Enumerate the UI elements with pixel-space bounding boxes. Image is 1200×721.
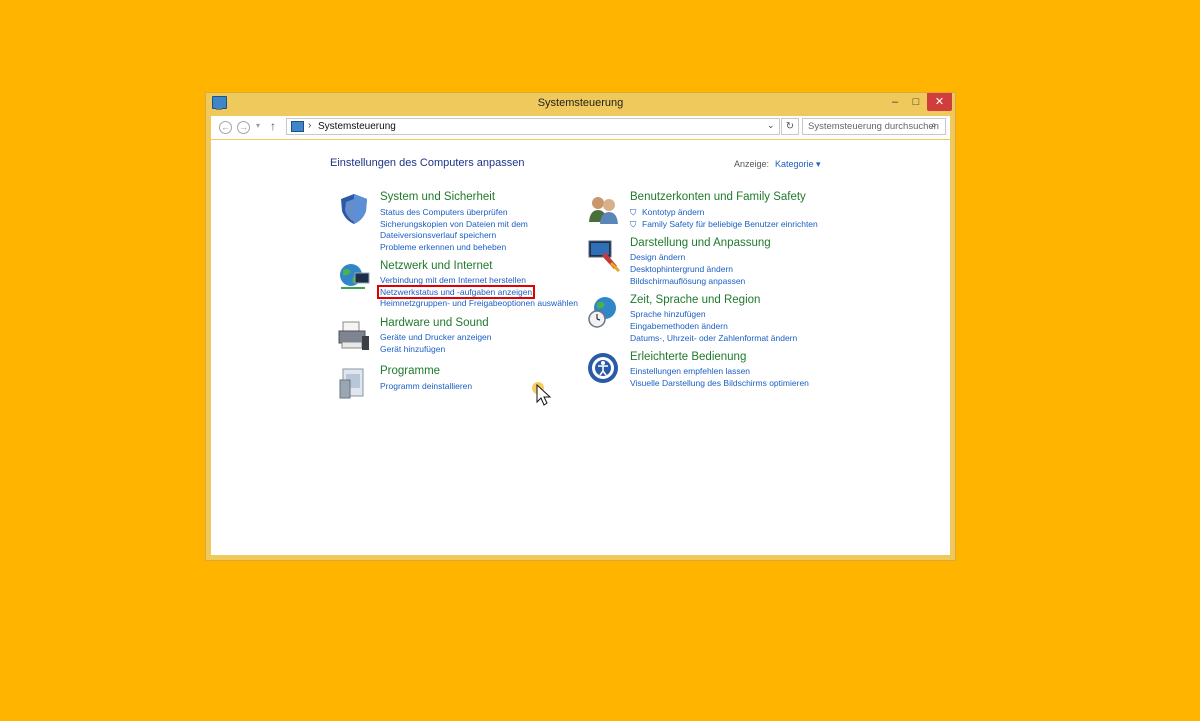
category-title[interactable]: Programme bbox=[380, 365, 440, 377]
link-desktop-background[interactable]: Desktophintergrund ändern bbox=[630, 264, 733, 274]
breadcrumb-separator[interactable]: › bbox=[308, 120, 311, 131]
search-icon[interactable]: ⌕ bbox=[931, 120, 937, 131]
shield-icon bbox=[341, 194, 367, 224]
recent-locations-dropdown[interactable]: ▾ bbox=[256, 121, 260, 130]
link-get-recommendations[interactable]: Einstellungen empfehlen lassen bbox=[630, 366, 750, 376]
printer-icon bbox=[338, 321, 369, 350]
link-connect-internet[interactable]: Verbindung mit dem Internet herstellen bbox=[380, 275, 526, 285]
close-button[interactable]: ✕ bbox=[927, 93, 952, 111]
category-title[interactable]: Benutzerkonten und Family Safety bbox=[630, 191, 806, 203]
category-title[interactable]: Hardware und Sound bbox=[380, 317, 489, 329]
link-screen-resolution[interactable]: Bildschirmauflösung anpassen bbox=[630, 276, 745, 286]
maximize-button[interactable]: □ bbox=[905, 93, 927, 111]
link-backup-files[interactable]: Sicherungskopien von Dateien mit dem bbox=[380, 219, 528, 229]
appearance-icon bbox=[588, 240, 621, 272]
link-troubleshoot[interactable]: Probleme erkennen und beheben bbox=[380, 242, 506, 252]
address-dropdown-icon[interactable]: ⌄ bbox=[767, 120, 775, 131]
breadcrumb-systemsteuerung[interactable]: Systemsteuerung bbox=[318, 121, 396, 132]
link-network-status[interactable]: Netzwerkstatus und -aufgaben anzeigen bbox=[377, 285, 536, 299]
link-computer-status[interactable]: Status des Computers überprüfen bbox=[380, 207, 508, 217]
refresh-button[interactable]: ↻ bbox=[781, 118, 799, 135]
shield-icon: ⛉ bbox=[630, 207, 637, 217]
link-change-theme[interactable]: Design ändern bbox=[630, 252, 685, 262]
view-by-dropdown[interactable]: Kategorie ▾ bbox=[775, 159, 821, 170]
window-title: Systemsteuerung bbox=[537, 97, 624, 109]
link-input-methods[interactable]: Eingabemethoden ändern bbox=[630, 321, 728, 331]
navigation-bar: ← → ▾ ↑ › Systemsteuerung ⌄ ↻ Systemsteu… bbox=[211, 116, 950, 139]
users-icon bbox=[589, 197, 618, 224]
forward-button[interactable]: → bbox=[237, 121, 250, 134]
category-title[interactable]: Zeit, Sprache und Region bbox=[630, 294, 760, 306]
category-title[interactable]: Netzwerk und Internet bbox=[380, 260, 493, 272]
view-label: Anzeige: bbox=[734, 159, 770, 169]
content-pane: Einstellungen des Computers anpassen Anz… bbox=[211, 140, 950, 555]
title-bar[interactable]: Systemsteuerung – □ ✕ bbox=[206, 93, 955, 114]
link-file-history[interactable]: Dateiversionsverlauf speichern bbox=[380, 230, 496, 240]
globe-clock-icon bbox=[588, 297, 616, 328]
shield-icon: ⛉ bbox=[630, 219, 637, 229]
link-add-language[interactable]: Sprache hinzufügen bbox=[630, 309, 706, 319]
link-uninstall-program[interactable]: Programm deinstallieren bbox=[380, 381, 472, 391]
mouse-cursor-icon bbox=[532, 382, 552, 406]
ease-of-access-icon bbox=[588, 353, 618, 383]
control-panel-icon bbox=[291, 121, 304, 132]
network-globe-icon bbox=[340, 264, 370, 289]
link-family-safety[interactable]: Family Safety für beliebige Benutzer ein… bbox=[642, 219, 818, 229]
link-change-account-type[interactable]: Kontotyp ändern bbox=[642, 207, 704, 217]
address-bar[interactable]: › Systemsteuerung ⌄ bbox=[286, 118, 780, 135]
link-homegroup-sharing[interactable]: Heimnetzgruppen- und Freigabeoptionen au… bbox=[380, 298, 578, 308]
search-box[interactable]: Systemsteuerung durchsuchen ⌕ bbox=[802, 118, 946, 135]
category-title[interactable]: Erleichterte Bedienung bbox=[630, 351, 746, 363]
link-devices-printers[interactable]: Geräte und Drucker anzeigen bbox=[380, 332, 492, 342]
back-button[interactable]: ← bbox=[219, 121, 232, 134]
control-panel-window: Systemsteuerung – □ ✕ ← → ▾ ↑ › Systemst… bbox=[205, 92, 956, 561]
category-title[interactable]: Darstellung und Anpassung bbox=[630, 237, 771, 249]
category-title[interactable]: System und Sicherheit bbox=[380, 191, 495, 203]
up-button[interactable]: ↑ bbox=[270, 119, 276, 133]
link-optimize-display[interactable]: Visuelle Darstellung des Bildschirms opt… bbox=[630, 378, 809, 388]
search-input[interactable]: Systemsteuerung durchsuchen bbox=[808, 121, 939, 132]
programs-icon bbox=[339, 368, 364, 399]
page-title: Einstellungen des Computers anpassen bbox=[330, 157, 525, 169]
link-date-time-format[interactable]: Datums-, Uhrzeit- oder Zahlenformat ände… bbox=[630, 333, 797, 343]
link-add-device[interactable]: Gerät hinzufügen bbox=[380, 344, 445, 354]
